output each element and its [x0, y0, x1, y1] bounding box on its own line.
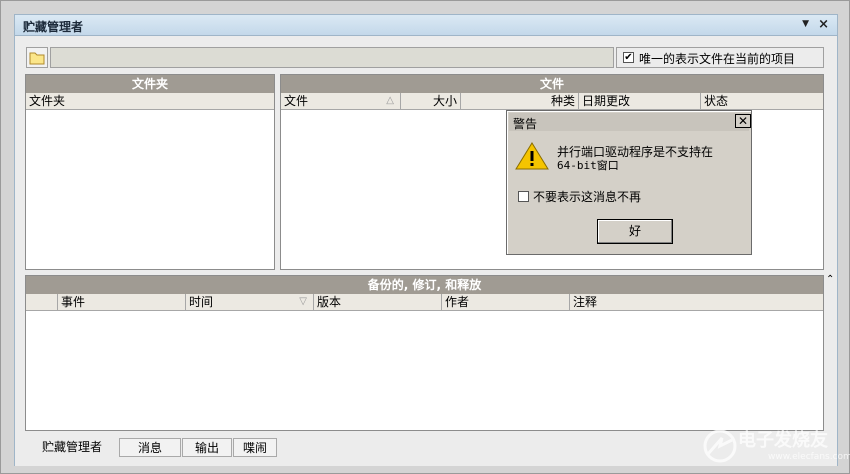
- column-comment[interactable]: 注释: [570, 294, 823, 310]
- column-version[interactable]: 版本: [314, 294, 442, 310]
- column-status[interactable]: 状态: [701, 93, 823, 109]
- warning-dialog: 警告 ✕ 并行端口驱动程序是不支持在 64-bit窗口 不要表示这消息不再 好: [506, 110, 752, 255]
- files-column-header: 文件 △ 大小 种类 日期更改 状态: [281, 93, 823, 110]
- column-date-modified[interactable]: 日期更改: [579, 93, 701, 109]
- browse-folder-button[interactable]: [26, 47, 48, 68]
- revisions-panel: 备份的, 修订, 和释放 事件 时间 ▽ 版本 作者 注释: [25, 275, 824, 431]
- dialog-title: 警告: [513, 117, 538, 131]
- column-file[interactable]: 文件 △: [281, 93, 401, 109]
- dialog-title-bar[interactable]: 警告: [509, 113, 749, 131]
- files-panel-title: 文件: [281, 75, 823, 93]
- watermark-url: www.elecfans.com: [768, 452, 850, 462]
- folders-panel: 文件夹 文件夹: [25, 74, 275, 270]
- watermark: 电子发烧友 www.elecfans.com: [700, 424, 850, 468]
- tab-noise[interactable]: 喋闹: [233, 438, 277, 457]
- revisions-column-header: 事件 时间 ▽ 版本 作者 注释: [26, 294, 823, 311]
- folders-column-header: 文件夹: [26, 93, 274, 110]
- watermark-text: 电子发烧友: [738, 430, 828, 451]
- path-field[interactable]: [50, 47, 614, 68]
- column-blank[interactable]: [26, 294, 58, 310]
- dont-show-label: 不要表示这消息不再: [533, 190, 642, 204]
- folders-panel-title: 文件夹: [26, 75, 274, 93]
- dialog-close-button[interactable]: ✕: [735, 114, 751, 128]
- unique-files-option[interactable]: ✔ 唯一的表示文件在当前的项目: [616, 47, 824, 68]
- column-size[interactable]: 大小: [401, 93, 461, 109]
- revisions-panel-title: 备份的, 修订, 和释放: [26, 276, 823, 294]
- column-folder[interactable]: 文件夹: [26, 93, 274, 109]
- dont-show-checkbox[interactable]: [518, 191, 529, 202]
- unique-files-checkbox[interactable]: ✔: [623, 52, 634, 63]
- column-time[interactable]: 时间 ▽: [186, 294, 314, 310]
- column-kind[interactable]: 种类: [461, 93, 579, 109]
- column-author[interactable]: 作者: [442, 294, 570, 310]
- sort-asc-icon: △: [386, 95, 394, 106]
- dialog-message-line2: 64-bit窗口: [557, 159, 619, 172]
- unique-files-label: 唯一的表示文件在当前的项目: [639, 52, 796, 66]
- watermark-logo-icon: [703, 429, 737, 463]
- warning-icon: [515, 142, 549, 170]
- column-time-label: 时间: [189, 295, 214, 309]
- close-icon: ✕: [737, 114, 749, 128]
- tab-output[interactable]: 输出: [182, 438, 232, 457]
- title-bar[interactable]: 贮藏管理者 ▼ ×: [14, 14, 838, 36]
- folder-icon: [29, 52, 45, 65]
- close-icon[interactable]: ×: [818, 17, 829, 32]
- window-title: 贮藏管理者: [23, 20, 84, 34]
- ok-button[interactable]: 好: [597, 219, 673, 244]
- column-event[interactable]: 事件: [58, 294, 186, 310]
- tab-messages[interactable]: 消息: [119, 438, 181, 457]
- dropdown-triangle-icon[interactable]: ▼: [802, 19, 809, 29]
- column-file-label: 文件: [284, 94, 309, 108]
- tab-storage-manager[interactable]: 贮藏管理者: [26, 438, 118, 457]
- sort-desc-icon: ▽: [299, 296, 307, 307]
- collapse-up-icon[interactable]: ⌃: [826, 274, 834, 285]
